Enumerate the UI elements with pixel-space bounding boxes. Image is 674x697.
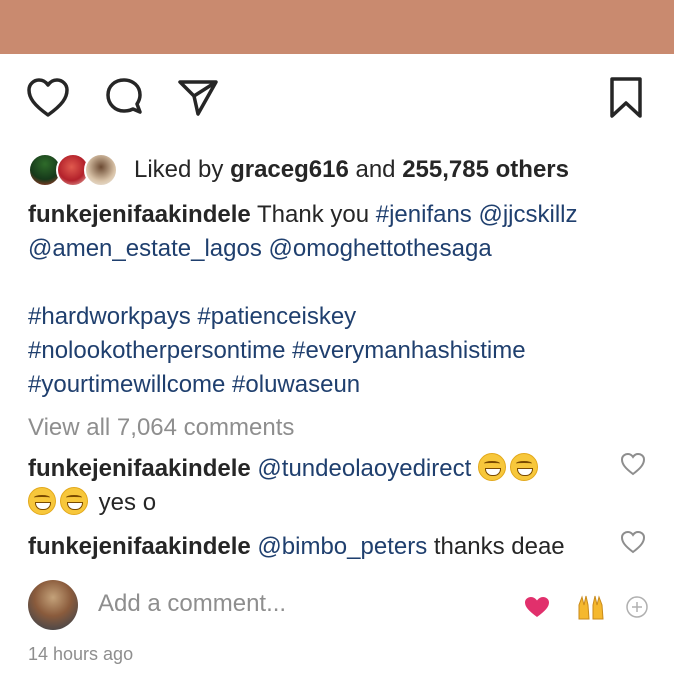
hashtag-line[interactable]: #yourtimewillcome #oluwaseun (28, 368, 648, 402)
view-all-comments-link[interactable]: View all 7,064 comments (28, 414, 294, 442)
liker-username[interactable]: graceg616 (230, 156, 349, 183)
laughing-emoji-icon (509, 453, 538, 481)
post-actions-bar (0, 74, 674, 124)
heart-icon (525, 597, 549, 617)
caption-username[interactable]: funkejenifaakindele (28, 201, 251, 228)
comment-icon (106, 78, 142, 114)
comment-text: thanks deae (433, 533, 565, 560)
mention-link[interactable]: @omoghettothesaga (269, 235, 492, 262)
heart-icon (27, 78, 69, 117)
laughing-emoji-icon (60, 487, 88, 515)
laughing-emoji-icon (28, 487, 56, 515)
likes-prefix: Liked by (134, 156, 224, 183)
mention-link[interactable]: @tundeolaoyedirect (257, 455, 471, 482)
likes-and: and (355, 156, 396, 183)
add-comment-row: Add a comment... (28, 580, 648, 636)
likes-text: Liked by graceg616 and 255,785 others (134, 156, 569, 184)
comment-like-heart-icon[interactable] (620, 452, 646, 476)
likes-summary[interactable]: Liked by graceg616 and 255,785 others (28, 150, 569, 190)
post-image-bottom (0, 0, 674, 54)
raised-hands-icon (578, 595, 604, 620)
comment-item: funkejenifaakindele @bimbo_peters thanks… (28, 530, 648, 564)
bookmark-icon (610, 77, 642, 118)
laughing-emoji-icon (477, 453, 506, 481)
post-caption: funkejenifaakindele Thank you #jenifans … (28, 198, 648, 402)
likes-count[interactable]: 255,785 others (402, 156, 569, 183)
hashtag-line[interactable]: #hardworkpays #patienceiskey (28, 300, 648, 334)
avatar (28, 580, 78, 630)
save-button[interactable] (602, 74, 650, 122)
avatar (84, 153, 118, 187)
share-button[interactable] (174, 74, 222, 122)
like-button[interactable] (24, 74, 72, 122)
hashtag-link[interactable]: #jenifans (376, 201, 472, 228)
liker-avatars (28, 151, 122, 189)
caption-text: Thank you (256, 201, 370, 228)
comment-username[interactable]: funkejenifaakindele (28, 533, 251, 560)
comment-username[interactable]: funkejenifaakindele (28, 455, 251, 482)
mention-link[interactable]: @jjcskillz (478, 201, 577, 228)
quick-heart-reaction[interactable] (522, 592, 552, 622)
hashtag-line[interactable]: #nolookotherpersontime #everymanhashisti… (28, 334, 648, 368)
mention-link[interactable]: @bimbo_peters (257, 533, 427, 560)
comment-like-heart-icon[interactable] (620, 530, 646, 554)
plus-circle-icon (626, 596, 648, 618)
quick-raised-hands-reaction[interactable] (576, 592, 606, 622)
comment-button[interactable] (100, 74, 148, 122)
add-comment-input[interactable]: Add a comment... (98, 590, 286, 618)
add-reaction-button[interactable] (622, 592, 652, 622)
post-timestamp: 14 hours ago (28, 644, 134, 664)
mention-link[interactable]: @amen_estate_lagos (28, 235, 262, 262)
comment-item: funkejenifaakindele @tundeolaoyedirect y… (28, 452, 648, 520)
comment-text: yes o (98, 489, 157, 516)
send-icon (178, 80, 218, 116)
